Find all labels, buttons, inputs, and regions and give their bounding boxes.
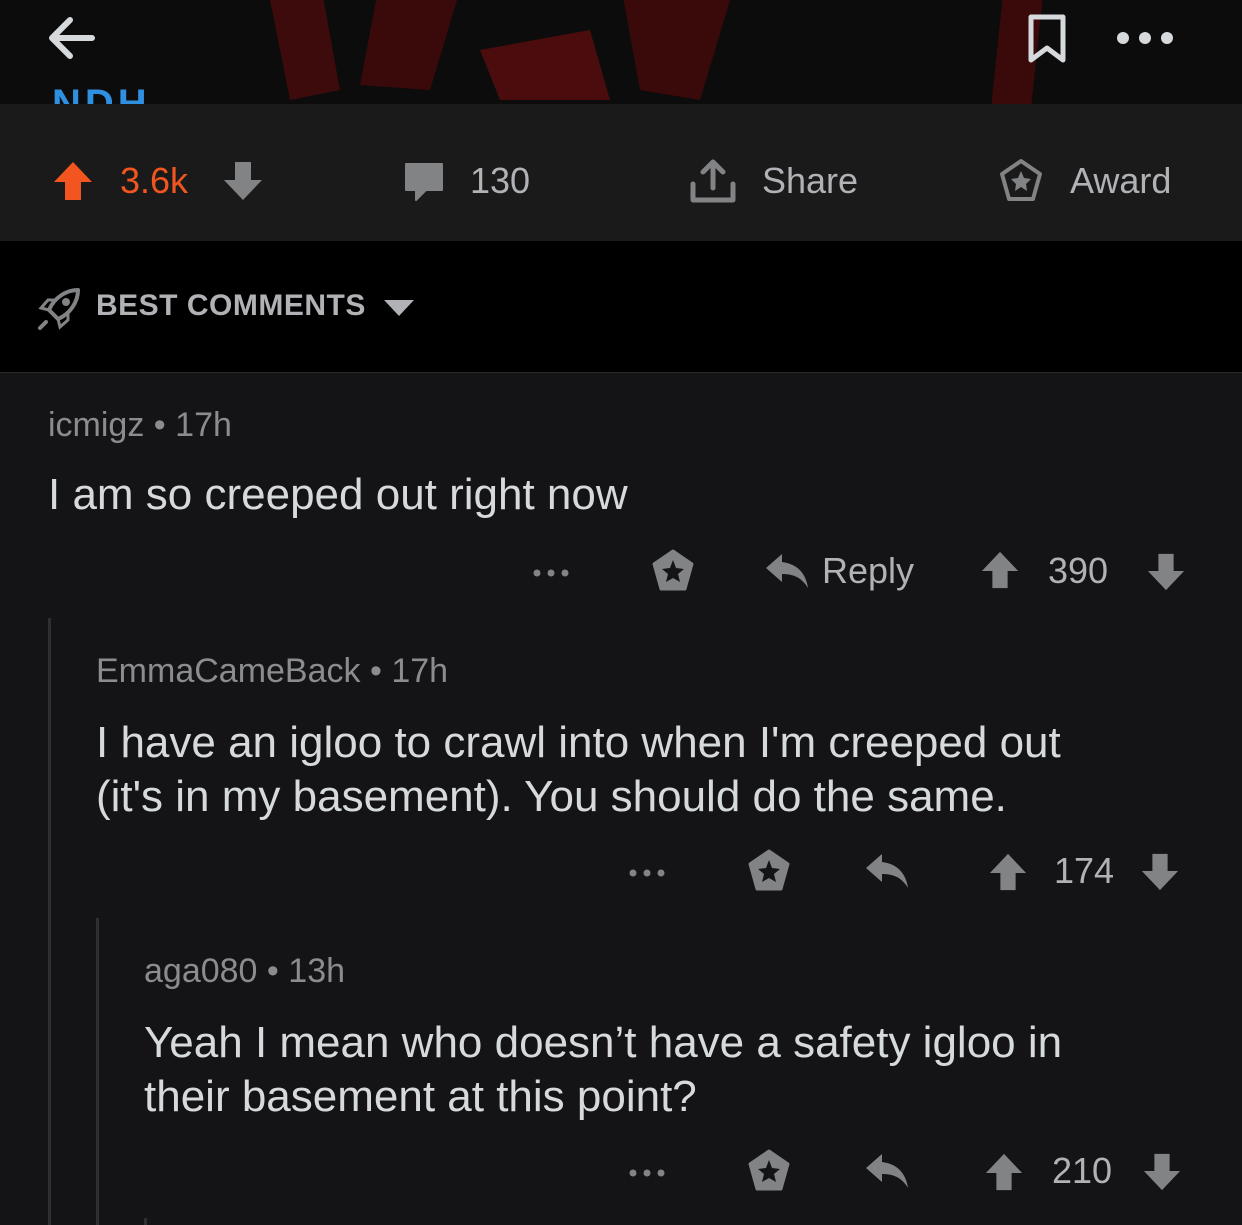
comment-more-button[interactable] <box>628 866 668 884</box>
back-button[interactable] <box>42 8 102 68</box>
reply-arrow-icon <box>766 554 808 588</box>
upvote-arrow-icon <box>981 551 1019 589</box>
comment-score: 390 <box>1048 550 1109 591</box>
more-horizontal-icon <box>1117 32 1173 44</box>
downvote-arrow-icon <box>224 162 262 200</box>
award-star-icon <box>1000 159 1042 201</box>
award-label[interactable]: Award <box>1070 160 1171 202</box>
comment-upvote-button[interactable] <box>984 1152 1024 1197</box>
upvote-arrow-icon <box>54 162 92 200</box>
post-image-fragment <box>270 0 730 100</box>
reply-button[interactable] <box>764 550 810 597</box>
comment-body: Yeah I mean who doesn’t have a safety ig… <box>144 1018 1063 1121</box>
reply-arrow-icon <box>866 1154 908 1188</box>
comment-count: 130 <box>470 160 531 201</box>
comment-more-button[interactable] <box>628 1166 668 1184</box>
post-title-cut: NDH <box>52 84 151 104</box>
more-horizontal-icon <box>629 1169 665 1177</box>
sort-label[interactable]: BEST COMMENTS <box>96 289 366 323</box>
comment-author[interactable]: icmigz <box>48 406 144 444</box>
share-button[interactable] <box>688 156 738 211</box>
rocket-icon <box>36 286 82 337</box>
comment-award-button[interactable] <box>746 848 792 899</box>
share-upload-icon <box>690 159 736 203</box>
award-star-icon <box>748 849 790 891</box>
award-button[interactable] <box>998 158 1044 209</box>
comment-downvote-button[interactable] <box>1142 1152 1182 1197</box>
more-options-button[interactable] <box>1114 26 1176 50</box>
upvote-arrow-icon <box>985 1153 1023 1191</box>
downvote-arrow-icon <box>1147 553 1185 591</box>
comment-body: I am so creeped out right now <box>48 470 628 519</box>
comment-meta: aga080 • 13h <box>144 952 346 990</box>
comment-more-button[interactable] <box>532 566 572 584</box>
bookmark-icon <box>1028 14 1066 63</box>
comment-meta: icmigz • 17h <box>48 406 232 444</box>
comment-downvote-button[interactable] <box>1140 852 1180 897</box>
thread-line[interactable] <box>48 618 51 1225</box>
more-horizontal-icon <box>533 569 569 577</box>
comment-meta: EmmaCameBack • 17h <box>96 652 449 690</box>
downvote-button[interactable] <box>222 160 264 207</box>
comments-button[interactable] <box>402 160 446 207</box>
comment-award-button[interactable] <box>746 1148 792 1199</box>
downvote-arrow-icon <box>1143 1153 1181 1191</box>
upvote-arrow-icon <box>989 853 1027 891</box>
comment-upvote-button[interactable] <box>980 550 1020 595</box>
reply-button[interactable] <box>864 850 910 897</box>
comment-upvote-button[interactable] <box>988 852 1028 897</box>
reply-label[interactable]: Reply <box>822 550 914 592</box>
thread-line[interactable] <box>144 1218 147 1225</box>
comment-age: 13h <box>288 952 346 990</box>
share-label[interactable]: Share <box>762 160 858 202</box>
reply-arrow-icon <box>866 854 908 888</box>
post-score: 3.6k <box>120 160 189 201</box>
award-star-icon <box>748 1149 790 1191</box>
chevron-down-icon[interactable] <box>382 298 416 323</box>
back-arrow-icon <box>49 17 95 59</box>
comment-bubble-icon <box>405 163 443 201</box>
comment-downvote-button[interactable] <box>1146 552 1186 597</box>
comment-award-button[interactable] <box>650 548 696 599</box>
save-button[interactable] <box>1022 12 1072 66</box>
comment-age: 17h <box>175 406 232 444</box>
more-horizontal-icon <box>629 869 665 877</box>
comment-score: 174 <box>1054 850 1115 891</box>
comment-score: 210 <box>1052 1150 1113 1191</box>
award-star-icon <box>652 549 694 591</box>
comment-author[interactable]: aga080 <box>144 952 257 990</box>
upvote-button[interactable] <box>52 160 94 207</box>
thread-line[interactable] <box>96 918 99 1225</box>
comment-age: 17h <box>391 652 449 690</box>
downvote-arrow-icon <box>1141 853 1179 891</box>
comment-body: I have an igloo to crawl into when I'm c… <box>96 718 1061 821</box>
reply-button[interactable] <box>864 1150 910 1197</box>
comment-author[interactable]: EmmaCameBack <box>96 652 361 690</box>
